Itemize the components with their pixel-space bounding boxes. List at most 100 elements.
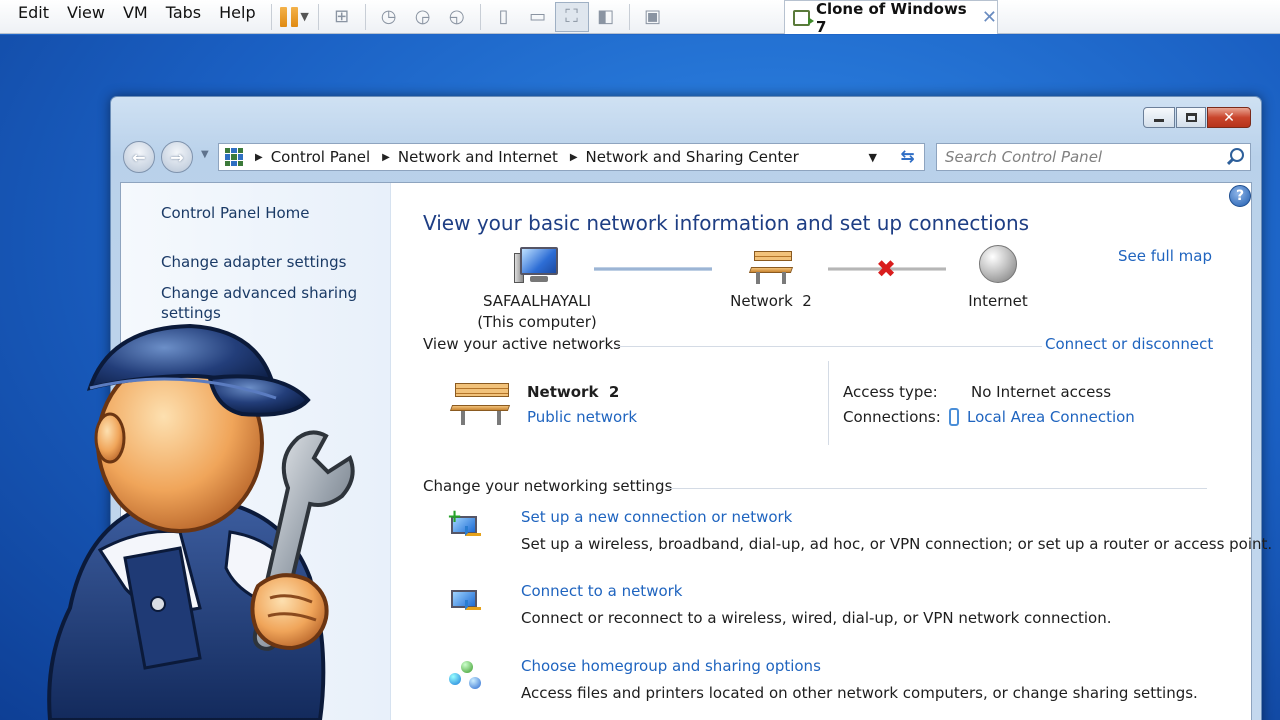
unity-button[interactable]: ◧ — [589, 2, 623, 32]
address-bar[interactable]: ▶ Control Panel ▶ Network and Internet ▶… — [218, 143, 922, 171]
close-button[interactable]: ✕ — [1207, 107, 1251, 128]
change-advanced-sharing-link[interactable]: Change advanced sharing settings — [161, 283, 361, 323]
breadcrumb-arrow-icon[interactable]: ▶ — [570, 152, 578, 163]
bench-icon — [748, 245, 794, 287]
homegroup-sharing-link[interactable]: Choose homegroup and sharing options — [521, 657, 821, 675]
new-connection-icon: + — [447, 508, 483, 542]
main-pane: View your basic network information and … — [421, 183, 1272, 720]
pause-icon — [280, 6, 299, 27]
search-box — [936, 143, 1251, 171]
active-network-name: Network 2 — [527, 383, 620, 401]
library-icon: ▯ — [498, 6, 509, 27]
task-description: Connect or reconnect to a wireless, wire… — [521, 609, 1112, 627]
network-send-icon: ⊞ — [334, 6, 350, 27]
host-menubar: Edit View VM Tabs Help ▼ ⊞ ◷ ◶ ◵ ▯ ▭ ⛶ ◧… — [0, 0, 1280, 34]
snapshot-manager-icon: ◵ — [448, 6, 465, 27]
search-icon[interactable] — [1230, 148, 1244, 162]
vm-running-icon — [793, 9, 814, 26]
chevron-down-icon: ▼ — [300, 10, 309, 23]
map-connection-line — [594, 267, 712, 271]
maximize-icon — [1185, 113, 1197, 122]
network-location-link[interactable]: Public network — [527, 408, 637, 426]
computer-name: SAFAALHAYALI — [482, 292, 592, 310]
close-icon: ✕ — [1223, 109, 1235, 126]
page-title: View your basic network information and … — [423, 211, 1030, 235]
arrow-left-icon: ← — [132, 147, 146, 167]
console-view-button[interactable]: ▣ — [636, 2, 670, 32]
recent-pages-dropdown[interactable]: ▼ — [201, 149, 209, 160]
search-input[interactable] — [945, 148, 1225, 166]
no-connection-x-icon: ✖ — [876, 255, 897, 283]
vm-tab-title: Clone of Windows 7 — [815, 0, 967, 36]
toolbar-separator — [628, 3, 630, 30]
navigation-bar: ← → ▼ ▶ Control Panel ▶ Network and Inte… — [123, 139, 1251, 173]
internet-label: Internet — [968, 292, 1028, 310]
local-area-connection-link[interactable]: Local Area Connection — [949, 408, 1135, 426]
connections-label: Connections: — [843, 408, 941, 426]
refresh-icon: ⇆ — [900, 147, 915, 167]
fullscreen-icon: ⛶ — [565, 6, 578, 27]
toolbar-separator — [364, 3, 366, 30]
vm-tab[interactable]: Clone of Windows 7 ✕ — [784, 0, 998, 36]
computer-subtitle: (This computer) — [477, 313, 597, 331]
toolbar-separator — [270, 3, 272, 30]
menu-vm[interactable]: VM — [114, 0, 157, 34]
window-controls: ✕ — [1143, 107, 1251, 128]
connect-network-icon — [447, 584, 483, 616]
map-node-network[interactable]: Network 2 — [721, 245, 821, 312]
arrow-right-icon: → — [170, 147, 184, 167]
control-panel-icon — [225, 148, 243, 166]
map-node-computer[interactable]: SAFAALHAYALI (This computer) — [461, 245, 613, 333]
see-full-map-link[interactable]: See full map — [1118, 247, 1212, 265]
send-ctrl-alt-del-button[interactable]: ⊞ — [325, 2, 359, 32]
technician-mascot-icon — [47, 323, 355, 720]
breadcrumb-network-internet[interactable]: Network and Internet — [398, 148, 558, 166]
globe-icon — [975, 245, 1021, 287]
help-icon: ? — [1235, 188, 1245, 204]
computer-icon — [514, 245, 560, 287]
toolbar-separator — [317, 3, 319, 30]
section-divider — [617, 346, 1042, 347]
refresh-button[interactable]: ⇆ — [891, 143, 925, 171]
menu-tabs[interactable]: Tabs — [157, 0, 210, 34]
forward-button[interactable]: → — [161, 141, 193, 173]
show-library-button[interactable]: ▯ — [487, 2, 521, 32]
map-node-internet[interactable]: Internet — [953, 245, 1043, 312]
menu-help[interactable]: Help — [210, 0, 264, 34]
breadcrumb-network-sharing-center[interactable]: Network and Sharing Center — [586, 148, 799, 166]
pause-button[interactable]: ▼ — [278, 2, 312, 32]
thumbnail-icon: ▭ — [529, 6, 547, 27]
vertical-divider — [828, 361, 829, 445]
help-button[interactable]: ? — [1229, 185, 1251, 207]
thumbnail-bar-button[interactable]: ▭ — [521, 2, 555, 32]
snapshot-manager-button[interactable]: ◵ — [440, 2, 474, 32]
close-icon[interactable]: ✕ — [982, 7, 997, 28]
breadcrumb-control-panel[interactable]: Control Panel — [271, 148, 370, 166]
take-snapshot-button[interactable]: ◷ — [372, 2, 406, 32]
change-adapter-settings-link[interactable]: Change adapter settings — [161, 252, 347, 272]
revert-snapshot-button[interactable]: ◶ — [406, 2, 440, 32]
section-divider — [667, 488, 1207, 489]
breadcrumb-arrow-icon[interactable]: ▶ — [255, 152, 263, 163]
connect-or-disconnect-link[interactable]: Connect or disconnect — [1045, 335, 1213, 353]
change-settings-heading: Change your networking settings — [423, 477, 673, 495]
access-type-value: No Internet access — [971, 383, 1112, 401]
access-type-label: Access type: — [843, 383, 938, 401]
homegroup-icon — [447, 659, 483, 691]
menu-view[interactable]: View — [58, 0, 114, 34]
snapshot-take-icon: ◷ — [380, 6, 397, 27]
full-screen-button[interactable]: ⛶ — [554, 1, 589, 32]
ethernet-icon — [949, 408, 959, 426]
back-button[interactable]: ← — [123, 141, 155, 173]
active-networks-heading: View your active networks — [423, 335, 621, 353]
menu-edit[interactable]: Edit — [0, 0, 58, 34]
set-up-connection-link[interactable]: Set up a new connection or network — [521, 508, 792, 526]
address-dropdown-icon[interactable]: ▼ — [869, 151, 877, 164]
control-panel-home-link[interactable]: Control Panel Home — [161, 203, 310, 223]
connection-name: Local Area Connection — [967, 408, 1135, 426]
bench-icon[interactable] — [449, 375, 519, 427]
connect-to-network-link[interactable]: Connect to a network — [521, 582, 683, 600]
maximize-button[interactable] — [1176, 107, 1206, 128]
breadcrumb-arrow-icon[interactable]: ▶ — [382, 152, 390, 163]
minimize-button[interactable] — [1143, 107, 1175, 128]
